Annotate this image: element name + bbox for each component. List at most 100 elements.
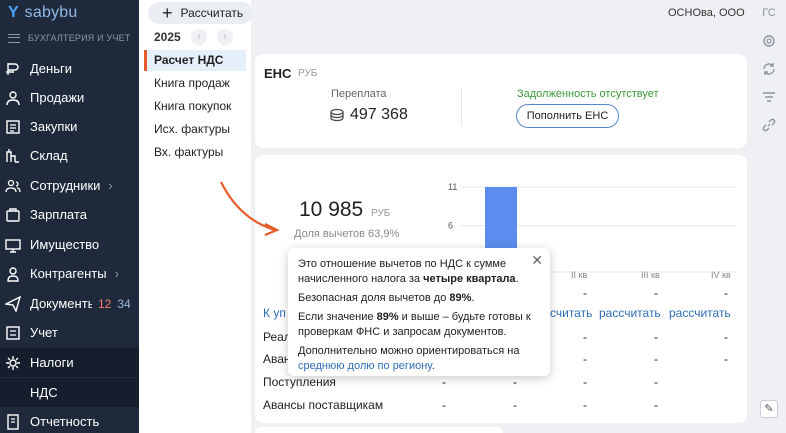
row-receipts-label: Поступления bbox=[263, 375, 336, 389]
section-label: БУХГАЛТЕРИЯ И УЧЕТ bbox=[28, 33, 131, 43]
subnav-purchase-book[interactable]: Книга покупок bbox=[144, 96, 246, 117]
filter-icon[interactable] bbox=[760, 89, 778, 107]
vat-unit: РУБ bbox=[371, 208, 391, 219]
nav-vat[interactable]: НДС bbox=[0, 378, 139, 407]
calculate-link-q2[interactable]: считать bbox=[550, 306, 592, 320]
salary-icon bbox=[6, 207, 20, 222]
close-icon[interactable]: ✕ bbox=[531, 253, 543, 268]
x-tick-label: III кв bbox=[641, 270, 660, 280]
subnav-vat-calc[interactable]: Расчет НДС bbox=[144, 50, 246, 71]
tooltip-paragraph: Это отношение вычетов по НДС к сумме нач… bbox=[298, 258, 519, 285]
nav-label: Документы bbox=[30, 296, 92, 311]
calculate-link-q4[interactable]: рассчитать bbox=[669, 306, 731, 320]
chevron-right-icon: › bbox=[114, 266, 119, 281]
taxes-icon bbox=[6, 355, 20, 370]
subnav-sales-book[interactable]: Книга продаж bbox=[144, 73, 246, 94]
y-tick-label: 6 bbox=[448, 221, 453, 231]
nav-reports[interactable]: Отчетность bbox=[0, 407, 139, 433]
user-initials-icon[interactable]: ГС bbox=[760, 7, 778, 25]
ens-card bbox=[255, 54, 747, 148]
row-supplier-advances-label: Авансы поставщикам bbox=[263, 398, 384, 412]
refresh-icon[interactable] bbox=[760, 61, 778, 79]
nav-label: Зарплата bbox=[30, 207, 87, 222]
deduction-share[interactable]: Доля вычетов 63,9% bbox=[294, 228, 399, 240]
calculate-link-q3[interactable]: рассчитать bbox=[599, 306, 661, 320]
nav-label: Закупки bbox=[30, 119, 78, 134]
nav-label: НДС bbox=[30, 385, 58, 400]
calc-header-partial: К уп bbox=[263, 306, 286, 320]
logo-icon: Y bbox=[8, 4, 19, 21]
cell-dash: - bbox=[724, 352, 728, 366]
year-label: 2025 bbox=[154, 30, 181, 44]
cell-dash: - bbox=[583, 352, 587, 366]
cell-dash: - bbox=[654, 330, 658, 344]
logo-text: sabybu bbox=[24, 4, 78, 21]
nav-label: Сотрудники bbox=[30, 178, 101, 193]
accounting-icon bbox=[6, 325, 20, 340]
y-tick-label: 11 bbox=[448, 182, 457, 192]
overpay-label: Переплата bbox=[331, 88, 387, 100]
overpay-amount: 497 368 bbox=[350, 106, 408, 123]
ens-unit: РУБ bbox=[298, 68, 318, 79]
employees-icon bbox=[5, 179, 21, 192]
nav-employees[interactable]: Сотрудники › bbox=[0, 171, 139, 200]
coins-icon bbox=[330, 108, 344, 122]
nav-sales[interactable]: Продажи bbox=[0, 83, 139, 112]
overpay-value[interactable]: 497 368 bbox=[330, 106, 408, 124]
cell-dash: - bbox=[583, 398, 587, 412]
calculate-label: Рассчитать bbox=[180, 6, 244, 20]
tooltip-paragraph: Дополнительно можно ориентироваться на с… bbox=[298, 345, 520, 372]
regional-average-link[interactable]: среднюю долю по региону bbox=[298, 360, 432, 372]
property-icon bbox=[5, 238, 21, 253]
nav-label: Деньги bbox=[30, 61, 72, 76]
warehouse-icon bbox=[6, 148, 19, 163]
purchases-icon bbox=[6, 119, 20, 134]
cell-dash: - bbox=[654, 352, 658, 366]
cell-dash: - bbox=[654, 375, 658, 389]
cell-dash: - bbox=[724, 330, 728, 344]
row-advances-label: Аван bbox=[263, 352, 291, 366]
nav-taxes[interactable]: Налоги bbox=[0, 348, 139, 377]
deduction-share-tooltip: ✕ Это отношение вычетов по НДС к сумме н… bbox=[288, 248, 550, 376]
subnav-outgoing-invoices[interactable]: Исх. фактуры bbox=[144, 119, 246, 140]
link-icon[interactable] bbox=[760, 117, 778, 135]
cell-dash: - bbox=[583, 375, 587, 389]
nav-warehouse[interactable]: Склад bbox=[0, 141, 139, 170]
cell-dash: - bbox=[442, 398, 446, 412]
documents-count-secondary: 34 bbox=[117, 296, 131, 311]
settings-icon[interactable] bbox=[760, 33, 778, 51]
nav-property[interactable]: Имущество bbox=[0, 230, 139, 259]
money-icon bbox=[6, 62, 19, 75]
nav-purchases[interactable]: Закупки bbox=[0, 112, 139, 141]
nav-label: Контрагенты bbox=[30, 266, 107, 281]
calculate-button[interactable]: + Рассчитать bbox=[148, 2, 253, 24]
cell-dash: - bbox=[513, 375, 517, 389]
nav-money[interactable]: Деньги bbox=[0, 54, 139, 83]
cell-dash: - bbox=[513, 398, 517, 412]
next-year-button[interactable]: › bbox=[217, 29, 233, 45]
nav-salary[interactable]: Зарплата bbox=[0, 200, 139, 229]
cell-dash: - bbox=[442, 375, 446, 389]
company-selector[interactable]: ОСНОва, ООО bbox=[668, 7, 745, 19]
quarter-dash: - bbox=[583, 286, 587, 300]
row-sales-label: Реал bbox=[263, 330, 291, 344]
top-up-ens-button[interactable]: Пополнить ЕНС bbox=[516, 104, 619, 128]
menu-icon[interactable] bbox=[8, 33, 20, 43]
section-header: БУХГАЛТЕРИЯ И УЧЕТ bbox=[8, 33, 131, 43]
notes-icon[interactable]: ✎ bbox=[760, 400, 778, 418]
debt-status: Задолженность отсутствует bbox=[517, 88, 659, 100]
prev-year-button[interactable]: ‹ bbox=[191, 29, 207, 45]
nav-label: Отчетность bbox=[30, 414, 100, 429]
logo[interactable]: Y sabybu bbox=[8, 4, 77, 22]
cell-dash: - bbox=[654, 398, 658, 412]
nav-contractors[interactable]: Контрагенты › bbox=[0, 259, 139, 288]
quarter-dash: - bbox=[654, 286, 658, 300]
subnav-incoming-invoices[interactable]: Вх. фактуры bbox=[144, 142, 246, 163]
nav-documents[interactable]: Документы 12 34 bbox=[0, 289, 139, 318]
contractors-icon bbox=[7, 266, 19, 282]
nav-accounting[interactable]: Учет bbox=[0, 318, 139, 347]
sidebar: Y sabybu БУХГАЛТЕРИЯ И УЧЕТ Деньги Прода… bbox=[0, 0, 139, 433]
x-tick-label: IV кв bbox=[711, 270, 731, 280]
vat-amount: 10 985 bbox=[299, 198, 364, 221]
plus-icon: + bbox=[162, 3, 173, 23]
